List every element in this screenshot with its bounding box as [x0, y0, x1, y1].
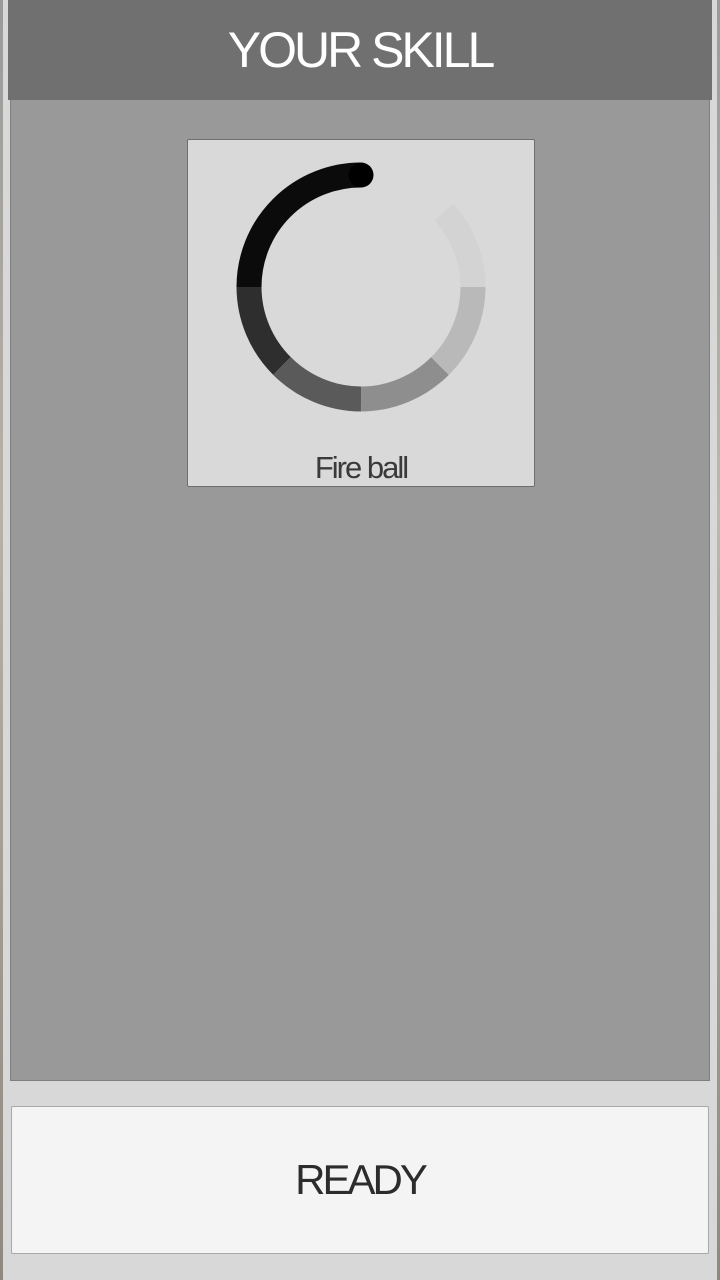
page-title: YOUR SKILL [227, 22, 496, 78]
skill-screen: YOUR SKILL Fire ball READY [0, 0, 720, 1280]
skill-name-label: Fire ball [314, 450, 409, 485]
screen-edge-left [0, 0, 3, 1280]
ready-button[interactable]: READY [11, 1106, 709, 1254]
ready-button-label: READY [295, 1156, 428, 1203]
skill-panel: Fire ball [10, 100, 710, 1081]
skill-card-fire-ball[interactable]: Fire ball [187, 139, 535, 487]
loading-ring-icon [236, 162, 486, 412]
header-bar: YOUR SKILL [8, 0, 712, 100]
